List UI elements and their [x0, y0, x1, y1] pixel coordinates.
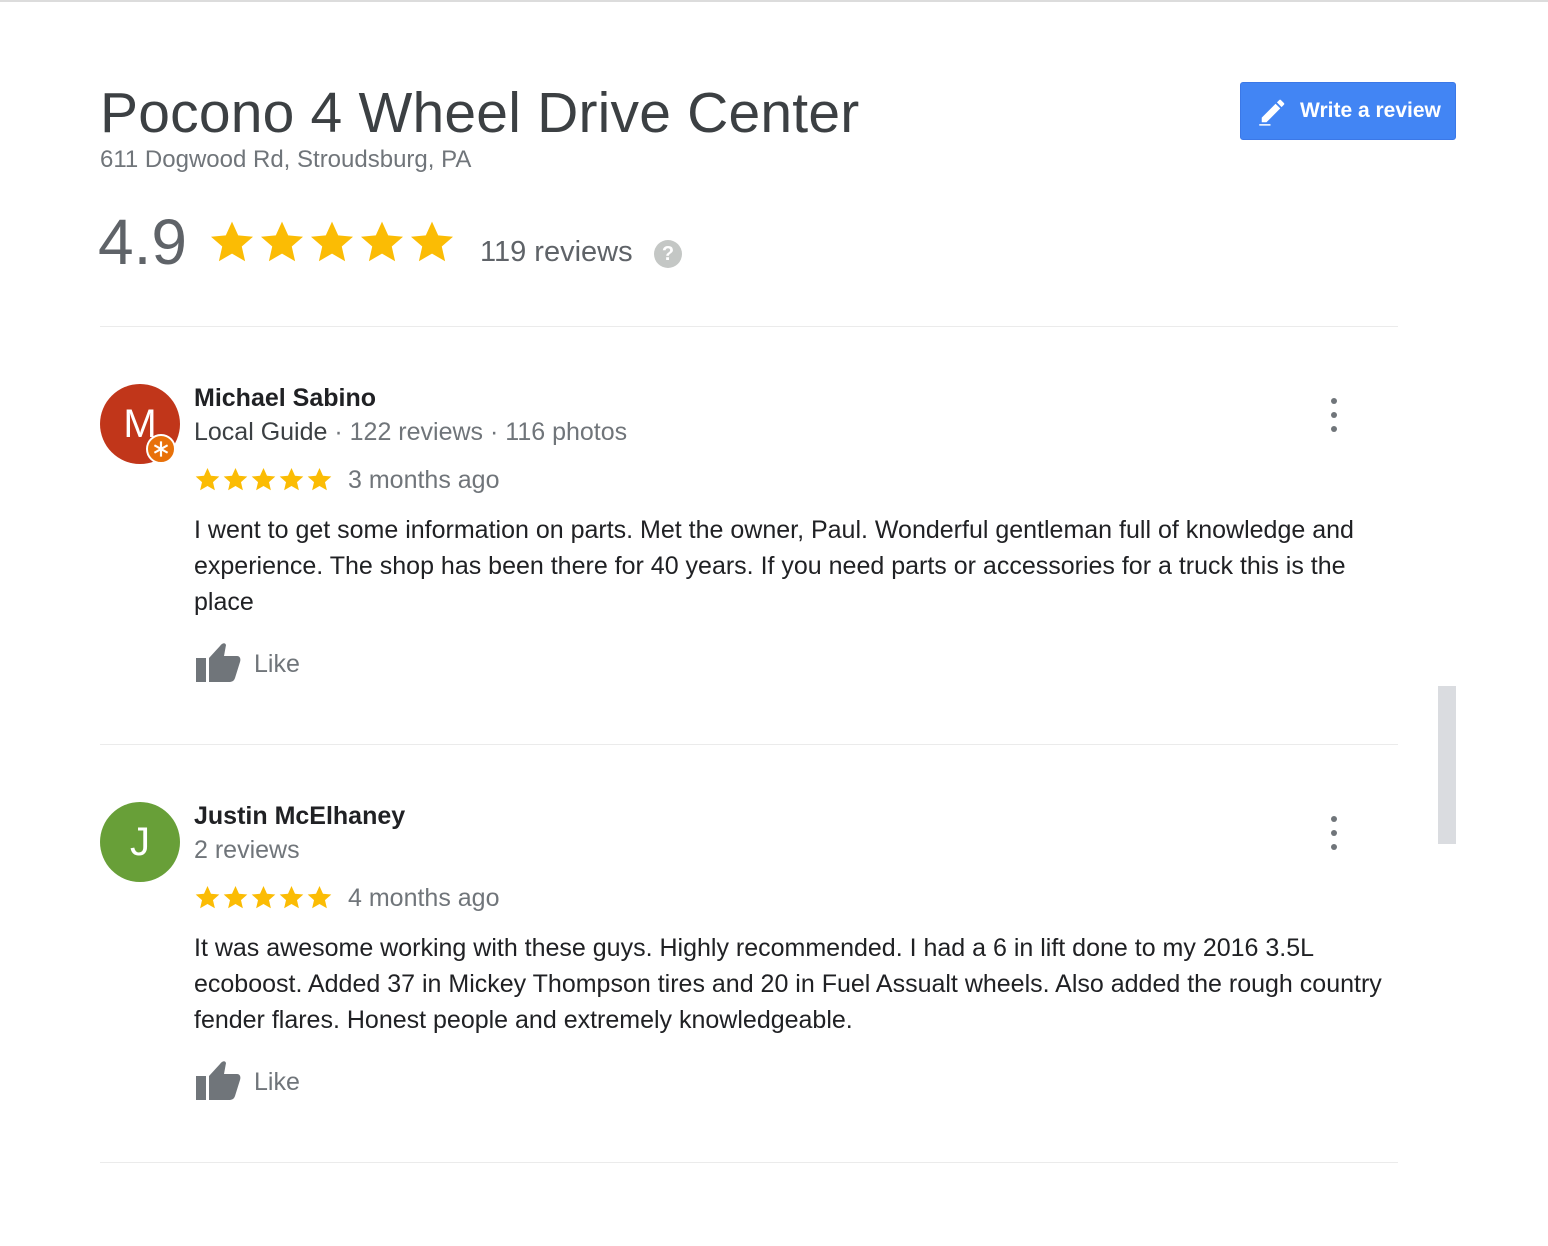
star-icon — [223, 468, 248, 491]
review-date: 3 months ago — [348, 466, 500, 494]
star-icon — [261, 221, 303, 262]
average-rating: 4.9 — [98, 206, 187, 278]
divider — [100, 326, 1398, 327]
write-review-label: Write a review — [1300, 99, 1441, 122]
divider — [100, 744, 1398, 745]
review-card: J Justin McElhaney 2 reviews 4 months ag… — [0, 802, 1548, 1202]
reviewer-name[interactable]: Justin McElhaney — [194, 802, 405, 831]
thumbs-up-icon[interactable] — [194, 640, 242, 684]
review-stars — [194, 884, 333, 911]
star-icon — [411, 221, 453, 262]
star-icon — [307, 886, 332, 909]
avatar[interactable]: J — [100, 802, 180, 882]
star-icon — [311, 221, 353, 262]
review-text: I went to get some information on parts.… — [194, 516, 1354, 616]
review-text: It was awesome working with these guys. … — [194, 934, 1382, 1034]
review-date: 4 months ago — [348, 884, 500, 912]
star-icon — [279, 886, 304, 909]
local-guide-label: Local Guide — [194, 418, 328, 446]
star-icon — [251, 886, 276, 909]
star-icon — [223, 886, 248, 909]
star-icon — [307, 468, 332, 491]
reviewer-stats: · 122 reviews · 116 photos — [327, 418, 628, 446]
help-icon[interactable]: ? — [654, 240, 682, 268]
place-title: Pocono 4 Wheel Drive Center — [100, 81, 860, 145]
star-icon — [195, 886, 220, 909]
star-icon — [251, 468, 276, 491]
thumbs-up-icon[interactable] — [194, 1058, 242, 1102]
more-vert-icon[interactable] — [1320, 816, 1348, 850]
pencil-icon — [1259, 99, 1285, 126]
total-review-count[interactable]: 119 reviews — [480, 236, 633, 269]
star-icon — [195, 468, 220, 491]
top-divider — [0, 0, 1548, 2]
like-button[interactable]: Like — [254, 650, 300, 679]
write-review-button[interactable]: Write a review — [1240, 82, 1456, 140]
reviewer-meta: 2 reviews — [194, 836, 300, 865]
reviewer-meta: Local Guide · 122 reviews · 116 photos — [194, 418, 627, 447]
local-guide-badge-icon — [146, 434, 176, 464]
average-rating-stars — [208, 218, 456, 266]
star-icon — [279, 468, 304, 491]
divider — [100, 1162, 1398, 1163]
reviews-panel: Pocono 4 Wheel Drive Center 611 Dogwood … — [0, 0, 1548, 1246]
review-card: M Michael Sabino Local Guide · 122 revie… — [0, 384, 1548, 784]
reviewer-name[interactable]: Michael Sabino — [194, 384, 376, 413]
like-button[interactable]: Like — [254, 1068, 300, 1097]
more-vert-icon[interactable] — [1320, 398, 1348, 432]
review-stars — [194, 466, 333, 493]
place-address: 611 Dogwood Rd, Stroudsburg, PA — [100, 146, 472, 173]
star-icon — [211, 221, 253, 262]
reviewer-stats: 2 reviews — [194, 836, 300, 864]
scrollbar-thumb[interactable] — [1438, 686, 1456, 844]
star-icon — [361, 221, 403, 262]
